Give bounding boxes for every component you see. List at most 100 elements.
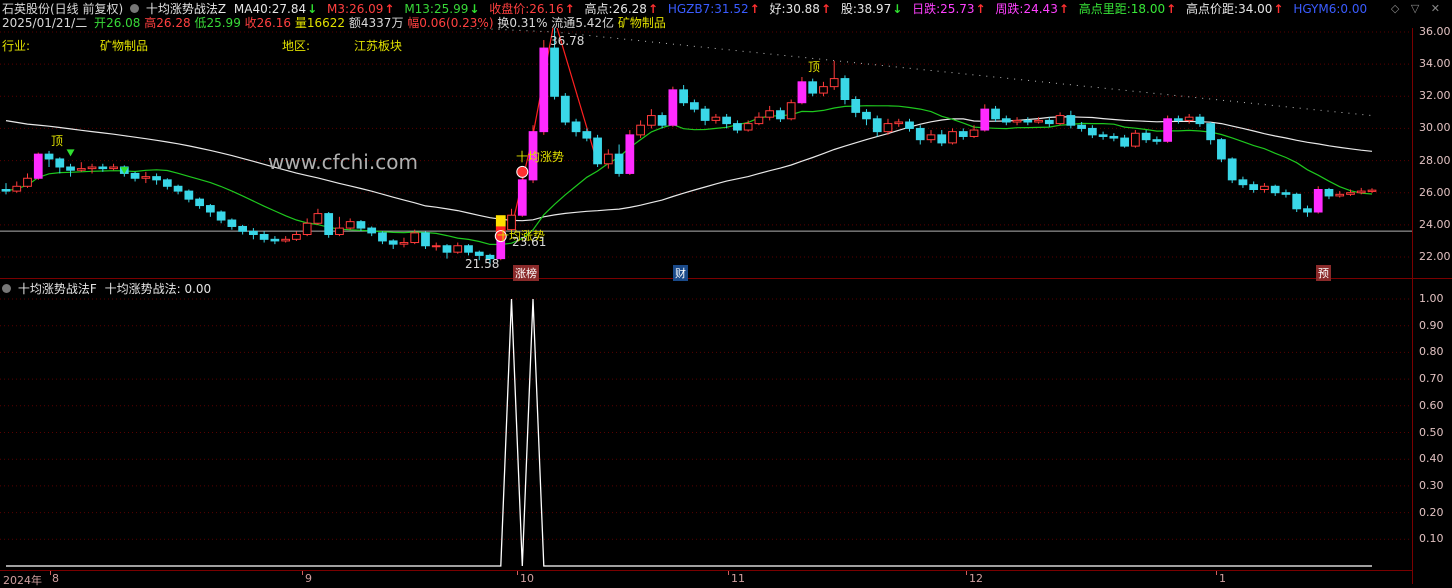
zhoudie-value: 24.43 <box>1023 2 1058 16</box>
candle <box>367 226 377 237</box>
candle-body <box>819 86 828 94</box>
candle-body <box>270 238 280 242</box>
candlestick-chart[interactable] <box>0 28 1412 278</box>
candle-body <box>410 232 420 244</box>
candle <box>1001 115 1011 126</box>
candle-body <box>754 116 764 125</box>
candle <box>1281 189 1291 198</box>
candle <box>324 212 334 238</box>
candle <box>66 163 75 177</box>
candle <box>33 152 43 180</box>
candle <box>302 218 312 237</box>
forecast-badge[interactable]: 预 <box>1316 265 1331 281</box>
candle <box>1367 188 1377 193</box>
candle <box>1066 110 1076 129</box>
watermark-text: www.cfchi.com <box>268 150 418 174</box>
sell-arrow-icon <box>66 149 75 157</box>
candle-body <box>281 238 291 242</box>
candle <box>668 86 678 127</box>
top-marker: 顶 <box>51 134 64 148</box>
candle-body <box>453 245 463 253</box>
up-arrow-icon: ↑ <box>820 2 831 16</box>
candle <box>1184 113 1194 124</box>
candle-body <box>1335 193 1345 197</box>
candle-body <box>1238 179 1248 186</box>
finance-badge[interactable]: 财 <box>673 265 688 281</box>
candle <box>711 113 721 124</box>
candle <box>1174 115 1183 124</box>
candle-body <box>872 118 882 133</box>
candle-body <box>776 110 785 120</box>
candle <box>894 118 904 127</box>
y-axis-line <box>1412 28 1413 584</box>
candle-body <box>109 166 118 170</box>
candle <box>292 231 301 241</box>
indicator-name[interactable]: 十均涨势战法Z <box>146 2 226 16</box>
candle <box>345 218 355 230</box>
candle-body <box>130 172 140 179</box>
month-tick <box>50 571 51 575</box>
candle-body <box>238 225 248 232</box>
candle-body <box>55 158 65 168</box>
candle-body <box>335 227 344 235</box>
candle-body <box>1034 119 1043 123</box>
m13-value: 25.99 <box>433 2 469 16</box>
buy-signal-icon <box>516 165 529 178</box>
m3-value: 26.09 <box>349 2 384 16</box>
candle-body <box>205 205 215 213</box>
candle-body <box>292 234 301 240</box>
candle <box>926 130 936 143</box>
candle <box>1152 136 1162 145</box>
candle <box>1044 117 1054 127</box>
candle <box>840 75 850 105</box>
month-label: 12 <box>969 572 983 585</box>
candle-body <box>679 89 688 104</box>
up-arrow-icon: ↑ <box>564 2 575 16</box>
candle <box>1023 117 1033 126</box>
candle-body <box>1324 189 1334 197</box>
window-controls[interactable]: ◇ ▽ ✕ <box>1391 2 1444 15</box>
gu-label: 股: <box>840 2 857 16</box>
candle <box>388 239 398 249</box>
candle-body <box>227 219 237 227</box>
zhangbang-badge[interactable]: 涨榜 <box>513 265 539 281</box>
candle-body <box>937 134 947 144</box>
trend-dotted-line <box>456 28 555 33</box>
candle <box>109 163 118 171</box>
candle-body <box>367 227 377 234</box>
price-tick-label: 22.00 <box>1419 250 1451 263</box>
candle-body <box>1270 185 1280 194</box>
candle <box>270 236 280 245</box>
candle-body <box>571 121 581 133</box>
candle-body <box>1109 135 1119 139</box>
candle <box>571 118 581 137</box>
candle <box>560 93 570 126</box>
gdjj-label: 高点价距: <box>1186 2 1239 16</box>
candle-body <box>1098 134 1108 137</box>
candle <box>442 244 452 259</box>
candle-body <box>862 111 871 120</box>
candle <box>1238 176 1248 188</box>
candle-body <box>1249 184 1259 191</box>
candle <box>259 231 269 243</box>
candle <box>819 81 828 97</box>
candle-body <box>733 123 742 131</box>
candle <box>378 231 387 245</box>
candle <box>1217 138 1226 163</box>
settings-circle-icon[interactable] <box>130 4 140 13</box>
candle <box>356 220 366 232</box>
candle <box>1324 187 1334 200</box>
stock-name[interactable]: 石英股份(日线 前复权) <box>2 2 123 16</box>
signal-tick-label: 0.20 <box>1419 505 1444 519</box>
candle-body <box>33 153 43 179</box>
up-arrow-icon: ↑ <box>1058 2 1069 16</box>
signal-price-label: 23.61 <box>512 235 547 249</box>
close-value: 26.16 <box>529 2 564 16</box>
candle <box>313 208 323 225</box>
signal-line-chart[interactable] <box>0 279 1412 569</box>
up-arrow-icon: ↑ <box>1273 2 1284 16</box>
candle <box>743 120 753 132</box>
candle <box>1141 130 1151 143</box>
candle-body <box>646 115 656 126</box>
candle <box>1012 117 1022 126</box>
